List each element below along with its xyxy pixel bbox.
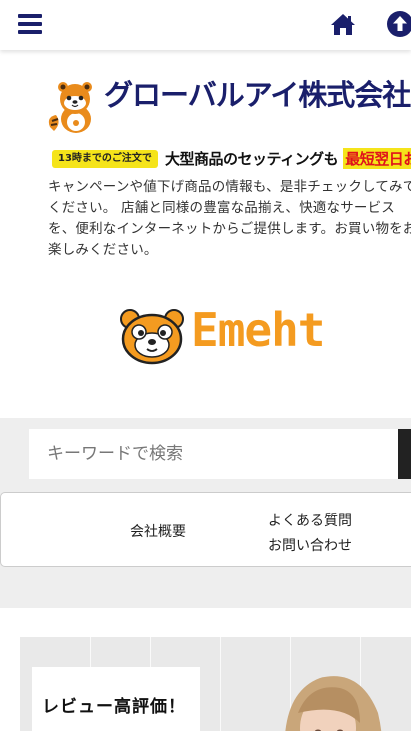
nav-link-faq[interactable]: よくある質問	[268, 510, 352, 530]
emeht-logo-icon	[120, 309, 184, 365]
banner-text: 大型商品のセッティングも	[165, 150, 339, 168]
model-photo	[285, 676, 382, 731]
hamburger-menu-icon[interactable]	[18, 14, 42, 34]
search-button[interactable]	[398, 429, 411, 479]
hero-banner[interactable]: レビュー高評価！	[20, 637, 411, 731]
review-label: レビュー高評価！	[32, 667, 200, 731]
nav-link-company[interactable]: 会社概要	[130, 521, 186, 541]
banner-highlight: 最短翌日お届け	[343, 148, 411, 169]
top-bar	[0, 0, 411, 50]
arrow-up-circle-icon[interactable]	[386, 10, 411, 38]
brand-area: グローバルアイ株式会社 13時までのご注文で 大型商品のセッティングも 最短翌日…	[0, 50, 411, 418]
banner-badge: 13時までのご注文で	[52, 149, 158, 168]
nav-links-card: 会社概要 よくある質問 お問い合わせ	[0, 492, 411, 567]
search-input[interactable]: キーワードで検索	[29, 429, 399, 479]
raccoon-mascot-icon	[48, 82, 92, 133]
shop-description: キャンペーンや値下げ商品の情報も、是非チェックしてみてください。 店舗と同様の豊…	[48, 179, 411, 258]
delivery-banner: 13時までのご注文で 大型商品のセッティングも 最短翌日お届け	[52, 148, 411, 169]
search-section: キーワードで検索 会社概要 よくある質問 お問い合わせ	[0, 418, 411, 608]
logo-text: Emeht	[191, 303, 325, 357]
company-name: グローバルアイ株式会社	[104, 78, 411, 112]
nav-link-contact[interactable]: お問い合わせ	[268, 535, 352, 555]
home-icon[interactable]	[330, 11, 356, 37]
